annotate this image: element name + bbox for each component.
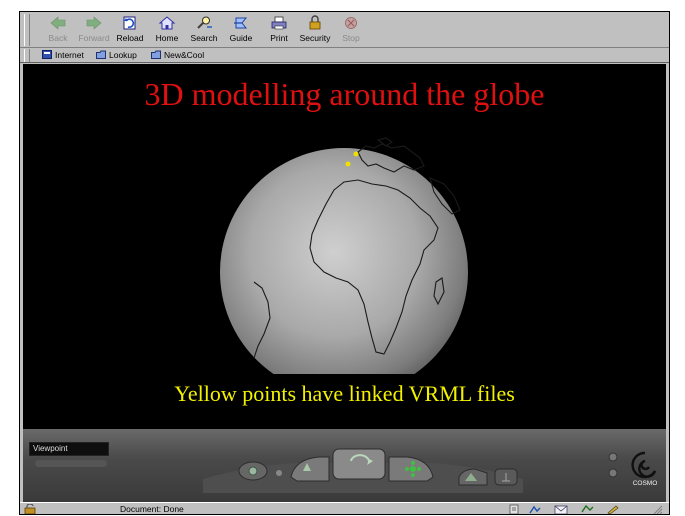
bookmark-lookup[interactable]: Lookup bbox=[96, 50, 137, 61]
composer-icon[interactable] bbox=[606, 504, 620, 515]
security-status-icon[interactable] bbox=[24, 504, 36, 515]
home-icon bbox=[158, 16, 176, 30]
navigation-toolbar: Back Forward Reload Home Search Guide Pr… bbox=[20, 12, 669, 48]
discussion-icon[interactable] bbox=[580, 504, 594, 515]
globe-model[interactable] bbox=[198, 132, 490, 374]
navigator-icon[interactable] bbox=[528, 504, 542, 515]
forward-arrow-icon bbox=[86, 16, 102, 30]
guide-icon bbox=[234, 17, 248, 29]
personal-toolbar: Internet Lookup New&Cool bbox=[20, 48, 669, 63]
viewpoint-field[interactable]: Viewpoint bbox=[29, 442, 109, 456]
vrml-scene-viewport[interactable]: 3D modelling around the globe Yellow poi… bbox=[23, 64, 666, 429]
print-button[interactable]: Print bbox=[259, 15, 299, 47]
scene-title: 3D modelling around the globe bbox=[144, 76, 545, 112]
personal-toolbar-grip[interactable] bbox=[24, 49, 30, 62]
scene-caption: Yellow points have linked VRML files bbox=[174, 381, 515, 406]
lock-icon bbox=[309, 15, 321, 30]
linked-point[interactable] bbox=[345, 161, 351, 167]
stop-icon bbox=[345, 17, 357, 29]
browser-window: Back Forward Reload Home Search Guide Pr… bbox=[19, 11, 670, 515]
navigation-console bbox=[203, 448, 523, 493]
cosmo-options-buttons[interactable] bbox=[601, 447, 625, 487]
pan-button[interactable] bbox=[290, 456, 330, 482]
reload-icon bbox=[123, 16, 136, 30]
status-text: Document: Done bbox=[120, 504, 184, 514]
straighten-button[interactable] bbox=[494, 468, 518, 486]
reload-button[interactable]: Reload bbox=[110, 15, 150, 47]
toolbar-grip[interactable] bbox=[24, 14, 30, 46]
status-bar: Document: Done bbox=[20, 502, 669, 515]
cosmo-logo: COSMO bbox=[631, 451, 658, 487]
bookmark-icon bbox=[96, 50, 106, 59]
zoom-button[interactable] bbox=[238, 461, 268, 481]
bookmark-icon bbox=[151, 50, 161, 59]
resize-grip-icon[interactable] bbox=[650, 504, 664, 515]
print-icon bbox=[271, 16, 287, 30]
stop-button[interactable]: Stop bbox=[331, 15, 371, 47]
bookmark-new-cool[interactable]: New&Cool bbox=[151, 50, 204, 61]
viewpoint-cycle-arrows[interactable] bbox=[35, 460, 107, 467]
back-arrow-icon bbox=[50, 16, 66, 30]
forward-button[interactable]: Forward bbox=[74, 15, 114, 47]
align-dot[interactable] bbox=[276, 470, 282, 476]
vrml-control-panel: Viewpoint COSMO bbox=[23, 429, 666, 502]
walk-button[interactable] bbox=[388, 456, 434, 482]
linked-point[interactable] bbox=[353, 151, 359, 157]
bookmark-internet[interactable]: Internet bbox=[42, 50, 84, 61]
orbit-button[interactable] bbox=[332, 448, 386, 480]
security-button[interactable]: Security bbox=[295, 15, 335, 47]
bookmark-icon bbox=[42, 50, 52, 59]
search-icon bbox=[197, 16, 212, 29]
mail-icon[interactable] bbox=[554, 504, 568, 515]
home-button[interactable]: Home bbox=[147, 15, 187, 47]
cosmo-brand-text: COSMO bbox=[633, 480, 658, 487]
guide-button[interactable]: Guide bbox=[221, 15, 261, 47]
back-button[interactable]: Back bbox=[38, 15, 78, 47]
component-bar-icon[interactable] bbox=[508, 504, 520, 515]
search-button[interactable]: Search bbox=[184, 15, 224, 47]
